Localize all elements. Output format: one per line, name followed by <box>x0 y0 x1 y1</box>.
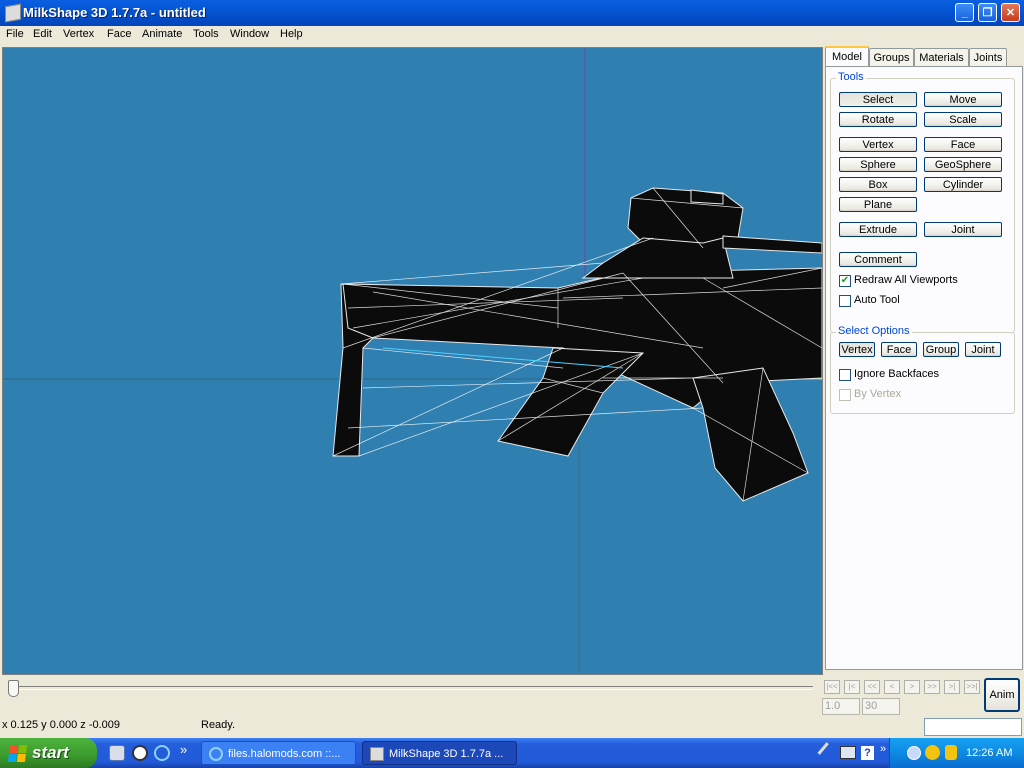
model-tab-body: Tools Select Move Rotate Scale Vertex Fa… <box>825 66 1023 670</box>
prev-frame-button[interactable]: < <box>884 680 900 694</box>
menu-edit[interactable]: Edit <box>33 28 52 40</box>
task-label: files.halomods.com ::... <box>228 748 341 760</box>
quicklaunch-more-icon[interactable]: » <box>180 742 187 757</box>
milkshape-app-icon[interactable] <box>5 3 21 23</box>
redraw-all-label: Redraw All Viewports <box>854 274 958 286</box>
tab-joints[interactable]: Joints <box>969 48 1007 66</box>
menu-face[interactable]: Face <box>107 28 131 40</box>
security-icon[interactable] <box>945 745 957 760</box>
extrude-tool-button[interactable]: Extrude <box>839 222 917 237</box>
tool-panel: Model Groups Materials Joints Tools Sele… <box>823 46 1024 676</box>
tab-model[interactable]: Model <box>825 46 869 67</box>
menu-bar: File Edit Vertex Face Animate Tools Wind… <box>0 26 1024 45</box>
windows-logo-icon <box>7 745 28 762</box>
window-title: MilkShape 3D 1.7.7a - untitled <box>23 5 206 20</box>
milkshape-icon <box>370 747 384 761</box>
tab-materials[interactable]: Materials <box>914 48 969 66</box>
timeline-track[interactable] <box>13 686 813 690</box>
select-options-label: Select Options <box>836 325 912 337</box>
pen-tool-icon[interactable] <box>817 742 840 764</box>
menu-help[interactable]: Help <box>280 28 303 40</box>
expand-tray-icon[interactable]: » <box>880 743 886 755</box>
messenger-icon[interactable] <box>925 745 940 760</box>
language-bar-icon[interactable] <box>840 746 856 759</box>
comment-button[interactable]: Comment <box>839 252 917 267</box>
menu-file[interactable]: File <box>6 28 24 40</box>
auto-tool-checkbox[interactable] <box>839 295 851 307</box>
status-coordinates: x 0.125 y 0.000 z -0.009 <box>2 719 121 731</box>
help-icon[interactable]: ? <box>861 746 874 760</box>
sphere-tool-button[interactable]: Sphere <box>839 157 917 172</box>
face-tool-button[interactable]: Face <box>924 137 1002 152</box>
taskbar-item-files-halomods[interactable]: files.halomods.com ::... <box>201 741 356 765</box>
anim-toggle-button[interactable]: Anim <box>984 678 1020 712</box>
select-joint-button[interactable]: Joint <box>965 342 1001 357</box>
move-tool-button[interactable]: Move <box>924 92 1002 107</box>
box-tool-button[interactable]: Box <box>839 177 917 192</box>
joint-tool-button[interactable]: Joint <box>924 222 1002 237</box>
timeline-slider-thumb[interactable] <box>8 680 19 697</box>
taskbar: start » files.halomods.com ::... MilkSha… <box>0 738 1024 768</box>
auto-tool-label: Auto Tool <box>854 294 900 306</box>
tools-group-label: Tools <box>836 71 866 83</box>
taskbar-item-milkshape[interactable]: MilkShape 3D 1.7.7a ... <box>362 741 517 765</box>
rewind-button[interactable]: << <box>864 680 880 694</box>
menu-window[interactable]: Window <box>230 28 269 40</box>
start-button[interactable]: start <box>0 738 97 768</box>
select-tool-button[interactable]: Select <box>839 92 917 107</box>
cylinder-tool-button[interactable]: Cylinder <box>924 177 1002 192</box>
plane-tool-button[interactable]: Plane <box>839 197 917 212</box>
menu-animate[interactable]: Animate <box>142 28 182 40</box>
by-vertex-label: By Vertex <box>854 388 902 400</box>
internet-explorer-icon[interactable] <box>154 745 170 761</box>
status-field <box>924 718 1022 736</box>
rotate-tool-button[interactable]: Rotate <box>839 112 917 127</box>
fast-forward-button[interactable]: >> <box>924 680 940 694</box>
menu-tools[interactable]: Tools <box>193 28 219 40</box>
ignore-backfaces-checkbox[interactable] <box>839 369 851 381</box>
vertex-tool-button[interactable]: Vertex <box>839 137 917 152</box>
restore-button[interactable]: ❐ <box>978 3 997 22</box>
3d-viewport[interactable] <box>2 47 823 675</box>
viewport-canvas[interactable] <box>3 48 822 674</box>
task-label: MilkShape 3D 1.7.7a ... <box>389 748 504 760</box>
app-quicklaunch-icon[interactable] <box>132 745 148 761</box>
menu-vertex[interactable]: Vertex <box>63 28 94 40</box>
select-vertex-button[interactable]: Vertex <box>839 342 875 357</box>
title-bar: MilkShape 3D 1.7.7a - untitled _ ❐ ✕ <box>0 0 1024 26</box>
next-key-button[interactable]: >| <box>944 680 960 694</box>
first-frame-button[interactable]: |<< <box>824 680 840 694</box>
internet-explorer-icon <box>209 747 223 761</box>
next-frame-button[interactable]: > <box>904 680 920 694</box>
tray-back-icon[interactable] <box>907 746 921 760</box>
by-vertex-checkbox <box>839 389 851 401</box>
taskbar-clock: 12:26 AM <box>966 747 1013 759</box>
tab-groups[interactable]: Groups <box>869 48 914 66</box>
select-face-button[interactable]: Face <box>881 342 917 357</box>
show-desktop-icon[interactable] <box>109 745 125 761</box>
minimize-button[interactable]: _ <box>955 3 974 22</box>
status-message: Ready. <box>201 719 236 731</box>
gun-model-mesh <box>332 187 822 502</box>
start-label: start <box>32 743 69 762</box>
select-group-button[interactable]: Group <box>923 342 959 357</box>
scale-tool-button[interactable]: Scale <box>924 112 1002 127</box>
close-button[interactable]: ✕ <box>1001 3 1020 22</box>
current-frame-field[interactable]: 1.0 <box>822 698 860 715</box>
total-frames-field[interactable]: 30 <box>862 698 900 715</box>
geosphere-tool-button[interactable]: GeoSphere <box>924 157 1002 172</box>
ignore-backfaces-label: Ignore Backfaces <box>854 368 939 380</box>
prev-key-button[interactable]: |< <box>844 680 860 694</box>
last-frame-button[interactable]: >>| <box>964 680 980 694</box>
redraw-all-checkbox[interactable]: ✔ <box>839 275 851 287</box>
